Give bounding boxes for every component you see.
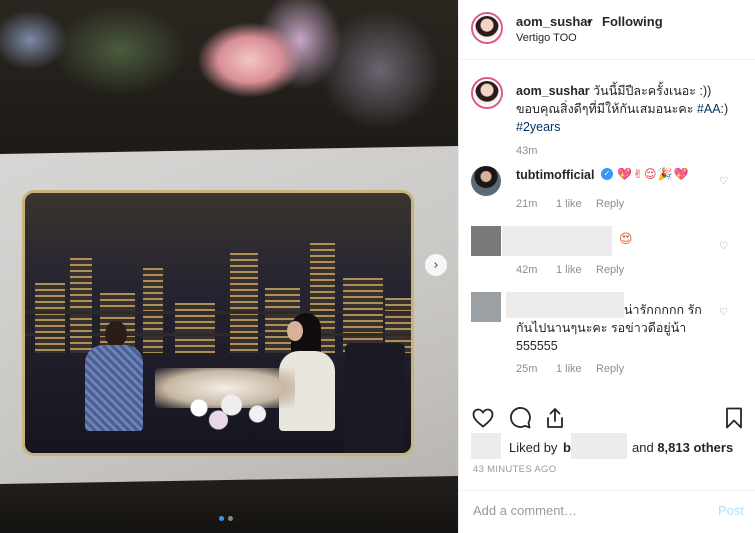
commenter-avatar-redacted [471,292,501,322]
carousel-dot-active [219,516,224,521]
comment-timestamp[interactable]: 25m [516,363,537,375]
following-button[interactable]: Following [602,14,663,29]
man-shirt [85,345,143,431]
balcony-rail [25,311,411,314]
reply-button[interactable]: Reply [596,264,624,276]
carousel-dot [228,516,233,521]
building [35,283,65,353]
comment-timestamp[interactable]: 21m [516,198,537,210]
likes-summary[interactable]: Liked by b and 8,813 others [471,433,751,461]
avatar-image [475,81,499,105]
caption-timestamp[interactable]: 43m [516,145,537,157]
hashtag-link[interactable]: #AA [697,102,721,116]
caption-text: วันนี้มีปีละครั้งเนอะ :)) [589,84,712,98]
commenter-avatar[interactable] [471,166,501,196]
man-figure [77,321,147,431]
hashtag-link[interactable]: #2years [516,120,560,134]
post-timestamp[interactable]: 43 MINUTES AGO [473,464,556,475]
author-avatar[interactable] [471,12,503,44]
carousel-next-button[interactable]: › [425,254,447,276]
post-photo[interactable]: › [0,0,458,533]
author-username[interactable]: aom_sushar [516,14,593,29]
reply-button[interactable]: Reply [596,198,624,210]
comment-timestamp[interactable]: 42m [516,264,537,276]
comment-text: 555555 [516,339,558,353]
woman-face [287,321,303,341]
post-comment-button[interactable]: Post [718,503,744,518]
commenter-avatar-redacted [471,226,501,256]
caption-username[interactable]: aom_sushar [516,84,590,98]
share-icon[interactable] [543,406,567,430]
likes-others[interactable]: and 8,813 others [632,440,733,455]
flower-bouquet-background [0,0,458,160]
liker-username[interactable]: b [563,440,571,455]
carousel-indicator [219,516,233,521]
table-flowers [160,378,290,438]
like-heart-icon[interactable] [471,406,495,430]
username-redacted [502,226,612,256]
avatar-image [475,16,499,40]
liker-username-redacted [571,433,627,459]
comment-like-count[interactable]: 1 like [556,264,582,276]
post-header: aom_sushar • Following Vertigo TOO [459,0,755,60]
comment-text: กันไปนานๆนะคะ รอข่าวดีอยู่น้า [516,321,687,335]
comment-text: 💖✌😌🎉💖 [617,167,690,181]
caption-text: :) [720,102,729,116]
bookmark-icon[interactable] [722,406,746,430]
caption-avatar[interactable] [471,77,503,109]
printed-photo-frame [22,190,414,456]
verified-badge-icon: ✓ [601,168,613,180]
building [343,278,383,353]
caption: aom_sushar วันนี้มีปีละครั้งเนอะ :)) ขอบ… [516,82,741,136]
header-separator: • [587,14,592,29]
commenter-username[interactable]: tubtimofficial [516,168,594,182]
post-location[interactable]: Vertigo TOO [516,32,577,44]
like-comment-heart-icon[interactable]: ♡ [719,176,731,188]
like-comment-heart-icon[interactable]: ♡ [719,307,731,319]
liker-avatar-redacted [471,433,501,459]
comment-like-count[interactable]: 1 like [556,363,582,375]
comment-bubble-icon[interactable] [508,406,532,430]
post-sidebar: aom_sushar • Following Vertigo TOO aom_s… [458,0,755,533]
add-comment-input[interactable] [473,503,703,518]
building [230,253,258,353]
man-head [105,321,127,347]
reply-button[interactable]: Reply [596,363,624,375]
comment-text: น่ารักกกกก รัก [624,303,702,317]
action-bar [459,402,755,432]
chair [345,343,405,453]
like-comment-heart-icon[interactable]: ♡ [719,241,731,253]
chevron-right-icon: › [433,257,439,273]
liked-by-label: Liked by [509,440,558,455]
comment-body: น่ารักกกกก รัก กันไปนานๆนะคะ รอข่าวดีอยู… [516,301,731,355]
comment-text: 😍 [619,232,633,247]
caption-text: ขอบคุณสิ่งดีๆที่มีให้กันเสมอนะคะ [516,102,697,116]
comment-like-count[interactable]: 1 like [556,198,582,210]
comments-list[interactable]: aom_sushar วันนี้มีปีละครั้งเนอะ :)) ขอบ… [459,61,755,401]
add-comment-bar: Post [459,490,755,533]
